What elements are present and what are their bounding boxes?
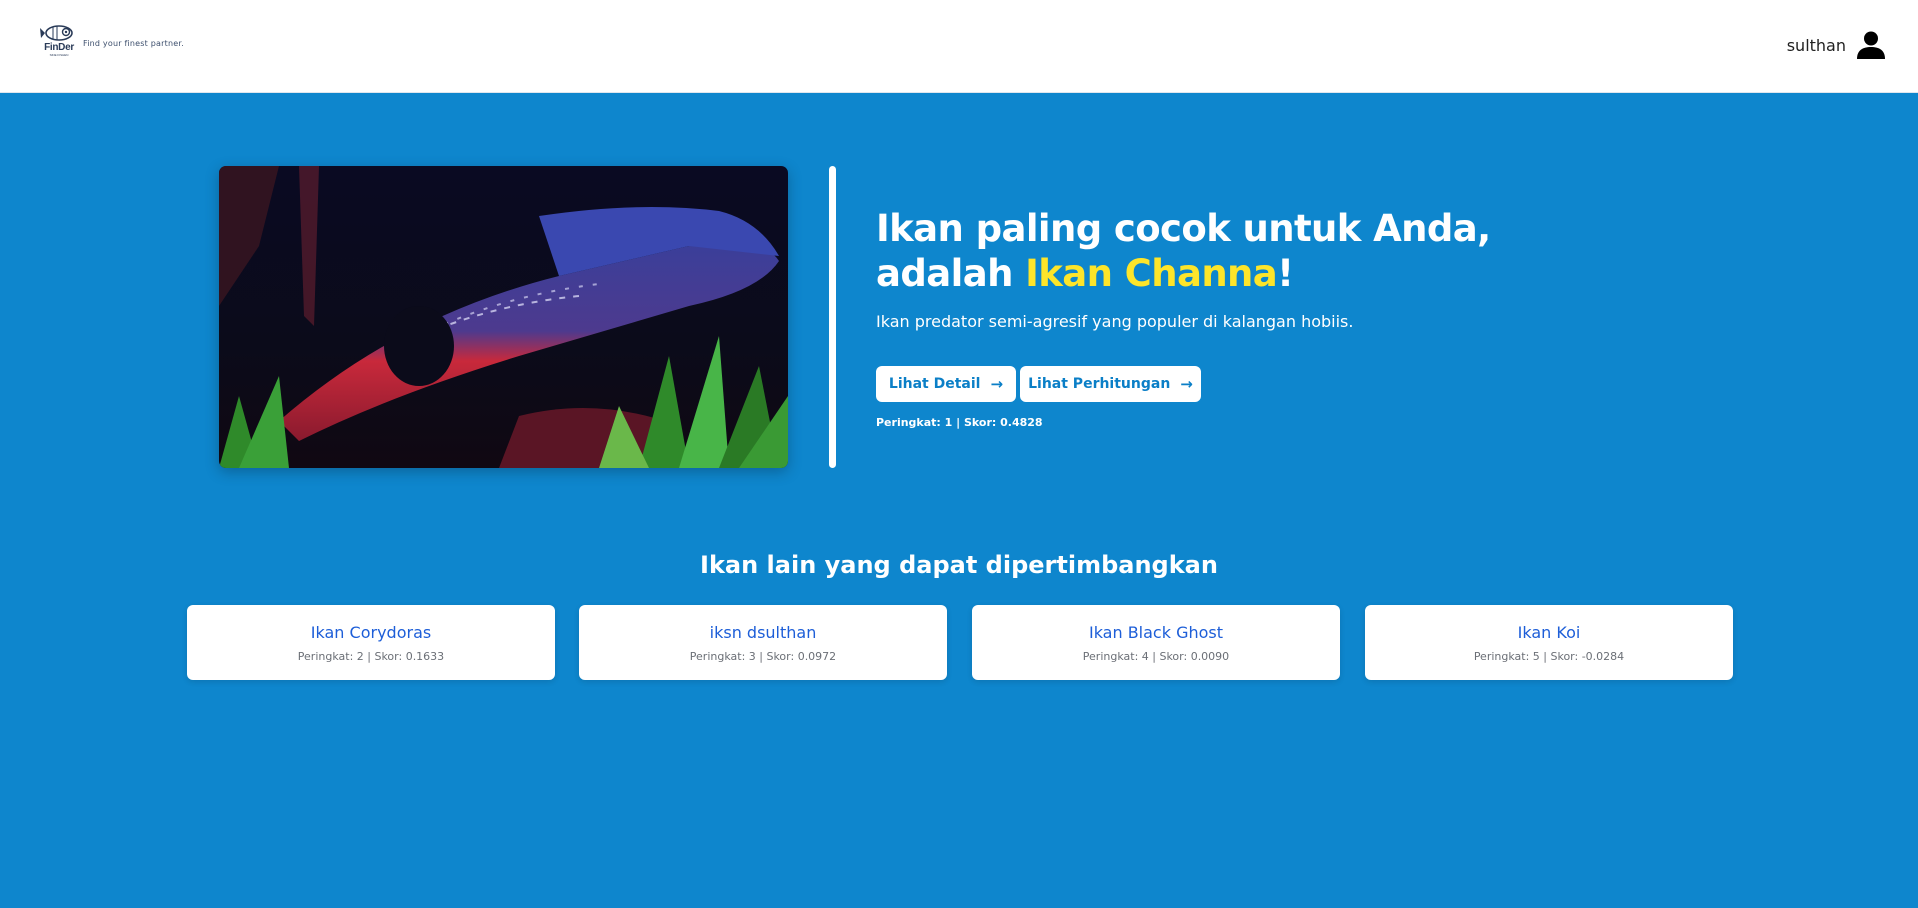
fish-logo-icon: [40, 25, 73, 41]
result-headline: Ikan paling cocok untuk Anda, adalah Ika…: [876, 206, 1636, 296]
hero-divider: [829, 166, 836, 468]
fish-image: [219, 166, 788, 468]
card-fish-name: iksn dsulthan: [709, 623, 817, 642]
card-rank-score: Peringkat: 3 | Skor: 0.0972: [689, 650, 837, 663]
finder-logo[interactable]: FinDer SINE FISHEN: [39, 24, 79, 60]
channa-fish-illustration: [219, 166, 788, 468]
card-rank-score: Peringkat: 2 | Skor: 0.1633: [297, 650, 445, 663]
alternatives-title: Ikan lain yang dapat dipertimbangkan: [700, 551, 1218, 579]
tagline: Find your finest partner.: [83, 39, 184, 48]
rank-score: Peringkat: 1 | Skor: 0.4828: [876, 416, 1043, 429]
logo-text: FinDer: [44, 42, 74, 53]
card-rank-score: Peringkat: 5 | Skor: -0.0284: [1473, 650, 1625, 663]
username[interactable]: sulthan: [1787, 36, 1846, 55]
brand[interactable]: FinDer SINE FISHEN Find your finest part…: [39, 24, 184, 60]
view-detail-button[interactable]: Lihat Detail →: [876, 366, 1016, 402]
alternative-card[interactable]: Ikan Corydoras Peringkat: 2 | Skor: 0.16…: [187, 605, 555, 680]
user-menu[interactable]: sulthan: [1787, 30, 1886, 60]
alternative-card[interactable]: iksn dsulthan Peringkat: 3 | Skor: 0.097…: [579, 605, 947, 680]
recommended-fish-name: Ikan Channa: [1025, 252, 1278, 295]
alternative-card[interactable]: Ikan Koi Peringkat: 5 | Skor: -0.0284: [1365, 605, 1733, 680]
navbar: FinDer SINE FISHEN Find your finest part…: [0, 0, 1918, 93]
headline-suffix: !: [1277, 252, 1294, 295]
card-fish-name: Ikan Koi: [1517, 623, 1581, 642]
alternative-card[interactable]: Ikan Black Ghost Peringkat: 4 | Skor: 0.…: [972, 605, 1340, 680]
card-fish-name: Ikan Corydoras: [310, 623, 432, 642]
fish-description: Ikan predator semi-agresif yang populer …: [876, 312, 1354, 331]
arrow-right-icon: →: [990, 375, 1004, 393]
view-calculation-button[interactable]: Lihat Perhitungan →: [1020, 366, 1201, 402]
card-fish-name: Ikan Black Ghost: [1088, 623, 1224, 642]
card-rank-score: Peringkat: 4 | Skor: 0.0090: [1082, 650, 1230, 663]
view-calculation-label: Lihat Perhitungan: [1028, 376, 1171, 392]
view-detail-label: Lihat Detail: [888, 376, 981, 392]
user-icon[interactable]: [1856, 30, 1886, 60]
arrow-right-icon: →: [1180, 375, 1193, 393]
logo-subtext: SINE FISHEN: [49, 53, 69, 57]
